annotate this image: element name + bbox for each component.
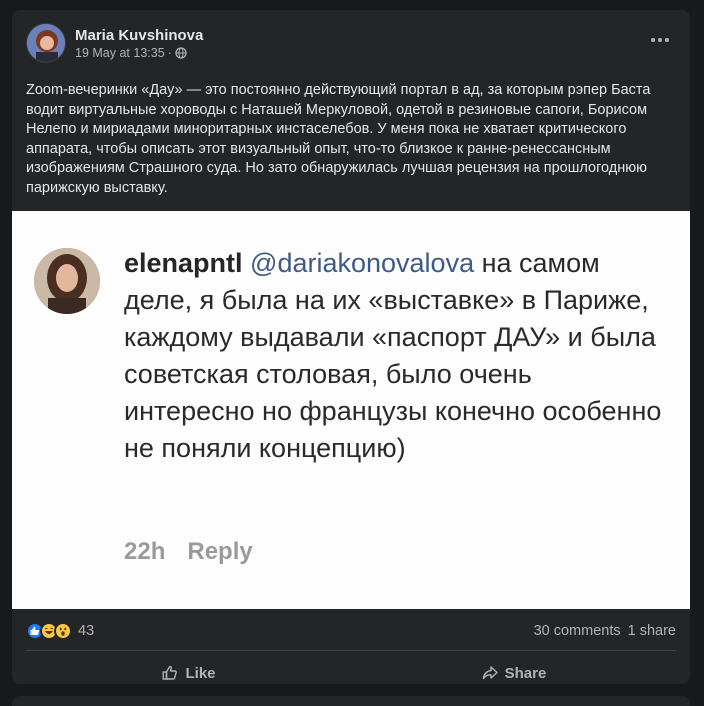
reactions-summary[interactable]: 43	[26, 622, 94, 640]
comment-username: elenapntl	[124, 248, 243, 278]
comment-avatar	[34, 248, 100, 314]
comment-content: на самом деле, я была на их «выставке» в…	[124, 248, 662, 463]
engagement-counts: 30 comments 1 share	[527, 623, 676, 639]
wow-reaction-icon	[54, 622, 72, 640]
next-post-card	[12, 696, 690, 706]
author-avatar[interactable]	[26, 23, 66, 63]
share-icon	[482, 666, 498, 680]
post-card: Maria Kuvshinova 19 May at 13:35 · Zoom-…	[12, 10, 690, 684]
globe-icon[interactable]	[175, 46, 187, 59]
like-icon	[162, 665, 178, 680]
post-image[interactable]: elenapntl @dariakonovalova на самом деле…	[12, 211, 690, 609]
post-actions: Like Share	[26, 658, 676, 688]
post-timestamp[interactable]: 19 May at 13:35	[75, 45, 165, 61]
post-meta: 19 May at 13:35 ·	[75, 45, 203, 61]
post-text: Zoom-вечеринки «Дау» — это постоянно дей…	[26, 82, 651, 196]
post-header: Maria Kuvshinova 19 May at 13:35 ·	[26, 21, 203, 65]
shares-count[interactable]: 1 share	[628, 623, 676, 639]
author-name[interactable]: Maria Kuvshinova	[75, 26, 203, 45]
stats-divider	[26, 650, 676, 651]
comment-text: elenapntl @dariakonovalova на самом деле…	[124, 245, 664, 467]
comment-footer: 22h Reply	[124, 538, 253, 566]
comment-time: 22h	[124, 538, 166, 565]
post-stats: 43 30 comments 1 share	[26, 620, 676, 642]
share-button[interactable]: Share	[351, 658, 676, 688]
like-button[interactable]: Like	[26, 658, 351, 688]
meta-separator: ·	[167, 45, 172, 60]
comment-mention: @dariakonovalova	[250, 248, 475, 278]
reactions-count: 43	[78, 623, 95, 639]
more-options-icon[interactable]	[644, 30, 676, 50]
share-label: Share	[504, 664, 547, 682]
like-label: Like	[185, 664, 216, 682]
comments-count[interactable]: 30 comments	[534, 623, 621, 639]
comment-reply: Reply	[187, 538, 253, 565]
